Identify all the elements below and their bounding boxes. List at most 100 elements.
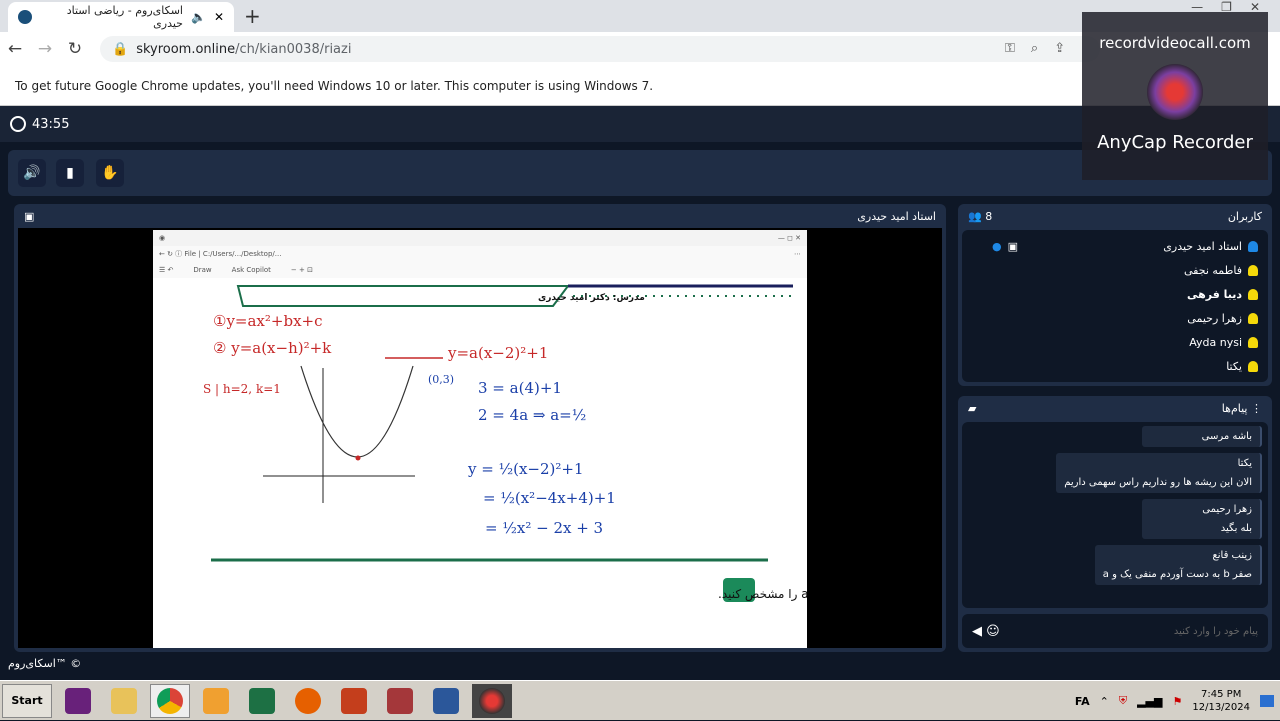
video-panel: استاد امید حیدری ▣ ◉ — ◻ ✕ ← ↻ ⓘ File | C:…	[14, 204, 946, 652]
new-tab-button[interactable]: +	[244, 4, 261, 28]
user-name: دیبا فرهی	[1186, 287, 1242, 301]
user-icon	[1248, 336, 1258, 348]
watermark-name: AnyCap Recorder	[1097, 132, 1253, 153]
message-text: باشه مرسی	[1201, 431, 1252, 442]
mic-icon: ●	[992, 239, 1002, 253]
user-name: استاد امید حیدری	[1163, 239, 1242, 253]
message-placeholder: پیام خود را وارد کنید	[1173, 625, 1258, 637]
explorer-icon[interactable]	[104, 684, 144, 718]
presenter-icon[interactable]: ▣	[24, 210, 34, 223]
shared-screen: ◉ — ◻ ✕ ← ↻ ⓘ File | C:/Users/.../Desktop…	[153, 230, 807, 648]
users-panel: کاربران 8 👥 استاد امید حیدری ▣ ● فاطمه نجفی…	[958, 204, 1272, 386]
user-icon	[1248, 312, 1258, 324]
math-line: = ½x² − 2x + 3	[485, 519, 603, 537]
network-icon[interactable]: ▂▄▆	[1137, 695, 1162, 708]
users-icon: 👥	[968, 209, 982, 223]
url-path: /ch/kian0038/riazi	[235, 41, 352, 57]
send-icon[interactable]: ◀	[972, 624, 982, 639]
skyroom-brand: اسکای‌روم™ ©	[8, 657, 82, 670]
user-item[interactable]: زهرا رحیمی	[972, 306, 1258, 330]
clock-date: 12/13/2024	[1192, 702, 1250, 713]
math-line: 3 = a(4)+1	[478, 379, 562, 397]
show-hidden-icons[interactable]: ⌃	[1100, 695, 1109, 708]
example-question: مثال: ۱۲.در سهمی های زیر علامت ضرایب a,b…	[718, 587, 807, 602]
recorder-watermark: recordvideocall.com AnyCap Recorder	[1082, 12, 1268, 180]
show-desktop-icon[interactable]	[1260, 695, 1274, 707]
firefox-icon[interactable]	[288, 684, 328, 718]
pdf-addressbar: ← ↻ ⓘ File | C:/Users/.../Desktop/... ⋯	[153, 246, 807, 262]
message-sender: زهرا رحیمی	[1202, 504, 1252, 515]
zoom-icon[interactable]: ⌕	[1031, 41, 1038, 56]
word-icon[interactable]	[426, 684, 466, 718]
draw-tool[interactable]: Draw	[193, 266, 211, 274]
user-name: Ayda nysi	[1189, 335, 1242, 349]
reload-icon[interactable]: ↻	[60, 39, 90, 59]
user-name: فاطمه نجفی	[1183, 263, 1242, 277]
security-icon[interactable]: ⛨	[1119, 694, 1127, 708]
key-icon[interactable]: ⚿	[1005, 41, 1015, 56]
action-center-icon[interactable]: ⚑	[1172, 695, 1182, 708]
powerpoint-icon[interactable]	[334, 684, 374, 718]
math-line: S | h=2, k=1	[203, 382, 281, 396]
user-item[interactable]: استاد امید حیدری ▣ ●	[972, 234, 1258, 258]
message-text: الان این ریشه ها رو نداریم راس سهمی داری…	[1064, 477, 1252, 488]
message-list: باشه مرسی یکتا الان این ریشه ها رو نداریم…	[962, 422, 1268, 608]
message: باشه مرسی	[1142, 426, 1262, 447]
excel-icon[interactable]	[242, 684, 282, 718]
more-icon[interactable]: ⋮	[1251, 402, 1262, 415]
close-tab-icon[interactable]: ✕	[214, 10, 224, 24]
start-button[interactable]: Start	[2, 683, 52, 718]
emoji-icon[interactable]: ☺	[986, 624, 1000, 639]
messages-panel: ⋮ پیام‌ها ▰ باشه مرسی یکتا الان این ریشه ه…	[958, 396, 1272, 652]
watermark-url: recordvideocall.com	[1099, 34, 1251, 52]
pdf-toolbar: ☰ ↶ Draw Ask Copilot − + ⊡	[153, 262, 807, 278]
user-name: یکتا	[1226, 359, 1242, 373]
math-line: y = ½(x−2)²+1	[467, 460, 584, 478]
speaker-button[interactable]: 🔊	[18, 159, 46, 187]
user-name: زهرا رحیمی	[1187, 311, 1242, 325]
forward-icon[interactable]: →	[30, 39, 60, 59]
user-item[interactable]: فاطمه نجفی	[972, 258, 1258, 282]
message-input[interactable]: ◀ ☺ پیام خود را وارد کنید	[962, 614, 1268, 648]
user-item[interactable]: دیبا فرهی	[972, 282, 1258, 306]
math-line: 2 = 4a ⇒ a=½	[478, 406, 586, 424]
math-line: y=a(x−2)²+1	[447, 344, 548, 362]
shared-screen-stage: ◉ — ◻ ✕ ← ↻ ⓘ File | C:/Users/.../Desktop…	[18, 228, 942, 648]
chrome-icon[interactable]	[150, 683, 190, 718]
users-title: کاربران	[1227, 209, 1262, 223]
anycap-icon[interactable]	[472, 683, 512, 718]
browser-tab[interactable]: اسکای‌روم - ریاضی استاد حیدری 🔈 ✕	[8, 2, 234, 32]
message: زینب قانع صفر b به دست آوردم منفی یک و a	[1094, 545, 1262, 585]
share-icon[interactable]: ⇪	[1054, 41, 1065, 56]
math-line: ② y=a(x−h)²+k	[213, 339, 332, 357]
board-button[interactable]: ▮	[56, 159, 84, 187]
message-text: صفر b به دست آوردم منفی یک و a	[1102, 569, 1252, 580]
user-list: استاد امید حیدری ▣ ● فاطمه نجفی دیبا فرهی …	[962, 230, 1268, 382]
lock-icon: 🔒	[112, 41, 129, 57]
audio-icon: 🔈	[190, 10, 206, 24]
session-timer: 43:55	[32, 116, 70, 132]
windows-taskbar: Start FA ⌃ ⛨ ▂▄▆ ⚑ 7:45 PM 12/13/2024	[0, 680, 1280, 720]
user-icon	[1248, 264, 1258, 276]
user-item[interactable]: Ayda nysi	[972, 330, 1258, 354]
tab-title: اسکای‌روم - ریاضی استاد حیدری	[66, 4, 183, 30]
url-input[interactable]: 🔒 skyroom.online/ch/kian0038/riazi	[100, 36, 1100, 62]
message: یکتا الان این ریشه ها رو نداریم راس سهمی …	[1056, 453, 1262, 493]
user-item[interactable]: یکتا	[972, 354, 1258, 378]
clock-time: 7:45 PM	[1201, 689, 1242, 700]
ask-copilot[interactable]: Ask Copilot	[232, 266, 271, 274]
skyroom-favicon-icon	[18, 10, 32, 24]
math-line: (0,3)	[428, 373, 454, 386]
media-player-icon[interactable]	[196, 684, 236, 718]
message-sender: زینب قانع	[1212, 550, 1252, 561]
teacher-icon	[1248, 240, 1258, 252]
math-line: = ½(x²−4x+4)+1	[483, 489, 616, 507]
system-clock[interactable]: 7:45 PM 12/13/2024	[1192, 688, 1250, 714]
back-icon[interactable]: ←	[0, 39, 30, 59]
raise-hand-button[interactable]: ✋	[96, 159, 124, 187]
visual-studio-icon[interactable]	[58, 684, 98, 718]
language-indicator[interactable]: FA	[1075, 695, 1090, 708]
access-icon[interactable]	[380, 684, 420, 718]
clock-icon	[10, 116, 26, 132]
math-worksheet: مدرس: دکتر امید حیدری ①y=ax²+bx+c ② y=a(…	[203, 284, 807, 602]
